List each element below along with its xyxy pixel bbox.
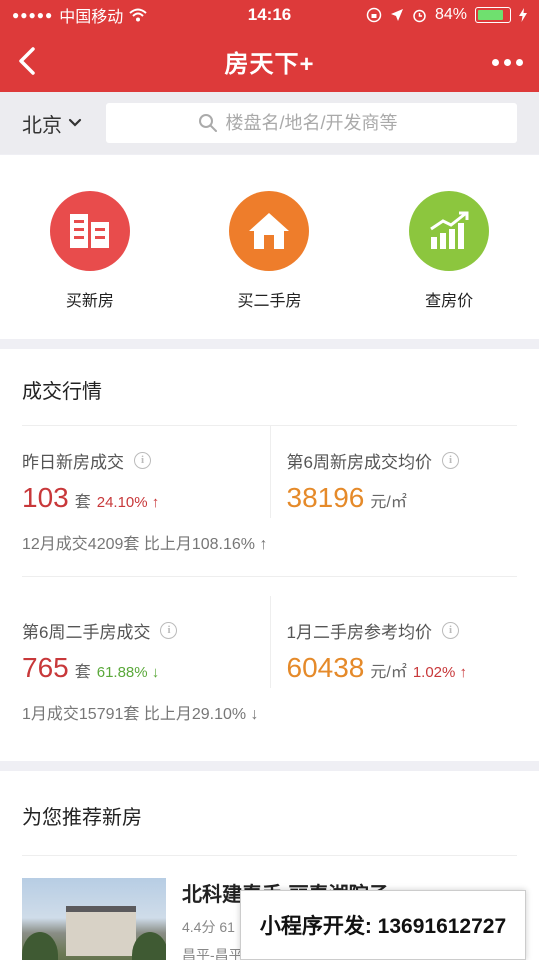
navbar: 房天下+ xyxy=(0,30,539,92)
search-bar: 北京 xyxy=(0,92,539,154)
battery-percent: 84% xyxy=(434,6,467,23)
quick-label: 买新房 xyxy=(65,293,114,310)
charging-icon xyxy=(519,8,527,22)
stat-block-second-hand: 第6周二手房成交 i 765 套 61.88% ↓ 1月二手房参考均价 i 60… xyxy=(0,596,539,761)
alarm-icon xyxy=(413,9,426,22)
stat-value: 60438 xyxy=(286,652,365,683)
carrier-label: 中国移动 xyxy=(59,9,124,26)
status-time: 14:16 xyxy=(247,5,292,24)
quick-icon-circle xyxy=(229,191,310,271)
stat-yesterday-new[interactable]: 昨日新房成交 i 103 套 24.10% ↑ xyxy=(22,426,270,518)
stat-value: 38196 xyxy=(286,482,365,513)
status-bar: ●●●●● 中国移动 14:16 84% xyxy=(0,0,539,30)
stat-month-second-price[interactable]: 1月二手房参考均价 i 60438 元/㎡ 1.02% ↑ xyxy=(269,596,518,688)
stat-block-new-house: 昨日新房成交 i 103 套 24.10% ↑ 第6周新房成交均价 i 3819… xyxy=(0,426,539,596)
stat-change: 61.88% ↓ xyxy=(96,664,160,681)
market-section: 成交行情 昨日新房成交 i 103 套 24.10% ↑ 第6周新房成交均价 i xyxy=(0,349,539,761)
info-icon[interactable]: i xyxy=(441,451,459,469)
stat-value: 765 xyxy=(22,652,69,683)
search-box[interactable] xyxy=(106,103,517,143)
more-dot-icon xyxy=(504,58,511,66)
city-selector[interactable]: 北京 xyxy=(22,109,106,138)
chevron-down-icon xyxy=(68,118,82,127)
back-button[interactable] xyxy=(12,44,42,78)
stat-unit: 元/㎡ xyxy=(370,494,407,511)
info-icon[interactable]: i xyxy=(160,621,178,639)
app-header: ●●●●● 中国移动 14:16 84% 房天下+ xyxy=(0,0,539,92)
watermark-overlay: 小程序开发: 13691612727 xyxy=(240,890,526,960)
more-button[interactable] xyxy=(492,50,523,74)
stat-label: 1月二手房参考均价 xyxy=(286,622,432,642)
chevron-left-icon xyxy=(19,47,35,75)
bar-chart-icon xyxy=(430,211,469,249)
signal-icon: ●●●●● xyxy=(12,8,54,22)
stat-label: 第6周二手房成交 xyxy=(22,622,151,642)
page-title: 房天下+ xyxy=(224,50,315,78)
info-icon[interactable]: i xyxy=(134,451,151,469)
more-dot-icon xyxy=(492,58,499,66)
info-icon[interactable]: i xyxy=(441,621,459,639)
listing-photo xyxy=(22,878,166,960)
quick-entry-new-house[interactable]: 买新房 xyxy=(15,191,165,311)
quick-icon-circle xyxy=(409,191,490,271)
stat-footnote: 1月成交15791套 比上月29.10% ↓ xyxy=(22,706,259,723)
stat-footnote: 12月成交4209套 比上月108.16% ↑ xyxy=(22,536,268,553)
stat-change: 1.02% ↑ xyxy=(412,664,468,681)
recommend-title: 为您推荐新房 xyxy=(22,807,142,829)
stat-label: 第6周新房成交均价 xyxy=(286,452,432,472)
stat-week-new-price[interactable]: 第6周新房成交均价 i 38196 元/㎡ xyxy=(269,426,518,518)
quick-label: 买二手房 xyxy=(237,293,302,310)
buildings-icon xyxy=(69,214,109,248)
location-icon xyxy=(390,9,403,21)
stat-label: 昨日新房成交 xyxy=(22,452,124,472)
rotation-lock-icon xyxy=(366,7,382,23)
wifi-icon xyxy=(129,8,147,22)
stat-unit: 套 xyxy=(74,664,91,681)
stat-unit: 套 xyxy=(74,494,91,511)
search-icon xyxy=(198,114,217,132)
stat-week-second-hand[interactable]: 第6周二手房成交 i 765 套 61.88% ↓ xyxy=(22,596,270,688)
stat-change: 24.10% ↑ xyxy=(96,494,160,511)
search-input[interactable] xyxy=(225,112,426,134)
quick-entry-check-price[interactable]: 查房价 xyxy=(374,191,524,311)
quick-entries: 买新房 买二手房 查房价 xyxy=(0,155,539,339)
house-icon xyxy=(249,213,290,249)
battery-icon xyxy=(475,7,511,23)
market-title: 成交行情 xyxy=(22,381,102,403)
more-dot-icon xyxy=(516,58,523,66)
stat-value: 103 xyxy=(22,482,69,513)
quick-label: 查房价 xyxy=(425,293,474,310)
stat-unit: 元/㎡ xyxy=(370,664,407,681)
quick-entry-second-hand[interactable]: 买二手房 xyxy=(194,191,344,311)
city-label: 北京 xyxy=(22,114,62,137)
divider xyxy=(22,576,517,577)
quick-icon-circle xyxy=(49,191,130,271)
